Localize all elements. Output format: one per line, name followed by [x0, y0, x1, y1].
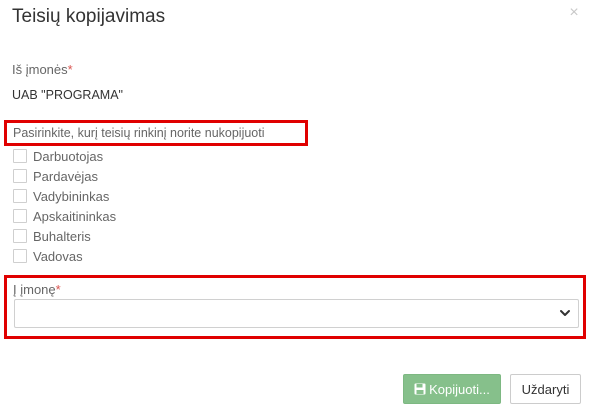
checkbox[interactable]	[13, 149, 27, 163]
copy-button[interactable]: Kopijuoti...	[403, 374, 501, 404]
dialog-title: Teisių kopijavimas	[12, 6, 166, 27]
close-button[interactable]: Uždaryti	[510, 374, 581, 404]
required-mark: *	[55, 282, 61, 297]
save-icon	[414, 383, 426, 395]
required-mark: *	[67, 62, 73, 77]
checkbox[interactable]	[13, 249, 27, 263]
to-company-label-text: Į įmonę	[13, 282, 56, 297]
option-buhalteris[interactable]: Buhalteris	[13, 227, 91, 245]
rights-set-prompt: Pasirinkite, kurį teisių rinkinį norite …	[13, 126, 265, 140]
checkbox[interactable]	[13, 189, 27, 203]
option-darbuotojas[interactable]: Darbuotojas	[13, 147, 103, 165]
close-icon[interactable]: ×	[567, 4, 581, 22]
to-company-select[interactable]	[14, 299, 579, 328]
option-label: Vadybininkas	[33, 188, 110, 204]
option-vadovas[interactable]: Vadovas	[13, 247, 83, 265]
from-company-label: Iš įmonės*	[12, 62, 73, 77]
option-pardavejas[interactable]: Pardavėjas	[13, 167, 98, 185]
copy-button-label: Kopijuoti...	[429, 381, 490, 397]
from-company-value: UAB "PROGRAMA"	[12, 88, 123, 102]
checkbox[interactable]	[13, 229, 27, 243]
checkbox[interactable]	[13, 169, 27, 183]
option-label: Vadovas	[33, 248, 83, 264]
from-company-label-text: Iš įmonės	[12, 62, 68, 77]
copy-rights-dialog: Teisių kopijavimas × Iš įmonės* UAB "PRO…	[0, 0, 591, 410]
option-apskaitininkas[interactable]: Apskaitininkas	[13, 207, 116, 225]
option-vadybininkas[interactable]: Vadybininkas	[13, 187, 109, 205]
option-label: Pardavėjas	[33, 168, 99, 184]
option-label: Darbuotojas	[33, 148, 104, 164]
to-company-label: Į įmonę*	[13, 282, 61, 297]
checkbox[interactable]	[13, 209, 27, 223]
option-label: Apskaitininkas	[33, 208, 117, 224]
chevron-down-icon	[560, 310, 570, 316]
option-label: Buhalteris	[33, 228, 91, 244]
